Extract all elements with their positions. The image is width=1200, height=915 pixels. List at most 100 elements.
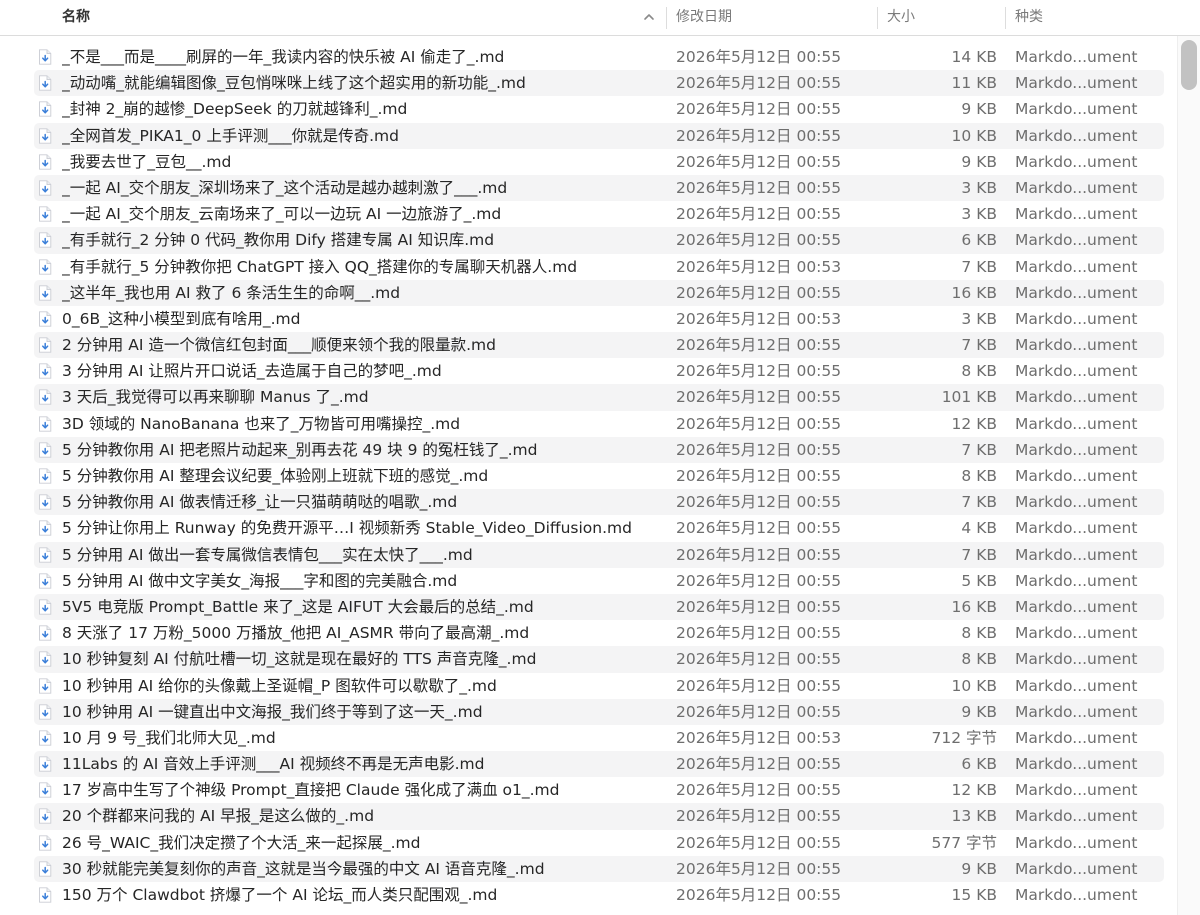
file-size: 10 KB [951,126,997,145]
file-size: 8 KB [961,624,997,643]
file-size: 15 KB [951,886,997,904]
file-row[interactable]: 30 秒就能完美复刻你的声音_这就是当今最强的中文 AI 语音克隆_.md 20… [34,855,1164,882]
file-kind: Markdo...ument [1015,231,1138,250]
markdown-file-icon [39,258,52,275]
file-row[interactable]: _有手就行_5 分钟教你把 ChatGPT 接入 QQ_搭建你的专属聊天机器人.… [34,254,1164,280]
file-name: 10 秒钟复刻 AI 付航吐槽一切_这就是现在最好的 TTS 声音克隆_.md [62,650,537,669]
file-size: 16 KB [951,597,997,616]
file-row[interactable]: 3 分钟用 AI 让照片开口说话_去造属于自己的梦吧_.md 2026年5月12… [34,358,1164,384]
file-kind: Markdo...ument [1015,571,1138,590]
file-row[interactable]: _封神 2_崩的越惨_DeepSeek 的刀就越锋利_.md 2026年5月12… [34,96,1164,122]
vertical-scrollbar[interactable] [1177,36,1200,915]
file-name: _不是___而是____刷屏的一年_我读内容的快乐被 AI 偷走了_.md [62,48,505,66]
file-size: 8 KB [961,650,997,669]
file-kind: Markdo...ument [1015,728,1138,747]
file-kind: Markdo...ument [1015,597,1138,616]
file-name: _一起 AI_交个朋友_深圳场来了_这个活动是越办越刺激了___.md [62,178,508,197]
file-row[interactable]: _我要去世了_豆包__.md 2026年5月12日 00:55 9 KB Mar… [34,149,1164,175]
file-modified-date: 2026年5月12日 00:55 [676,74,842,93]
file-row[interactable]: 5 分钟用 AI 做出一套专属微信表情包___实在太快了___.md 2026年… [34,541,1164,568]
file-modified-date: 2026年5月12日 00:55 [676,571,842,590]
file-row[interactable]: _一起 AI_交个朋友_云南场来了_可以一边玩 AI 一边旅游了_.md 202… [34,201,1164,227]
file-row[interactable]: 5 分钟教你用 AI 把老照片动起来_别再去花 49 块 9 的冤枉钱了_.md… [34,436,1164,463]
file-row[interactable]: 10 月 9 号_我们北师大见_.md 2026年5月12日 00:53 712… [34,725,1164,751]
file-kind: Markdo...ument [1015,886,1138,904]
markdown-file-icon [39,808,52,825]
file-row[interactable]: 11Labs 的 AI 音效上手评测___AI 视频终不再是无声电影.md 20… [34,751,1164,778]
file-row[interactable]: 5 分钟教你用 AI 整理会议纪要_体验刚上班就下班的感觉_.md 2026年5… [34,463,1164,489]
column-header-kind[interactable]: 种类 [1015,0,1175,35]
file-list: _不是___而是____刷屏的一年_我读内容的快乐被 AI 偷走了_.md 20… [0,44,1170,908]
file-row[interactable]: 150 万个 Clawdbot 挤爆了一个 AI 论坛_而人类只配围观_.md … [34,882,1164,908]
file-row[interactable]: 5 分钟让你用上 Runway 的免费开源平…I 视频新秀 Stable_Vid… [34,515,1164,541]
file-kind: Markdo...ument [1015,362,1138,381]
file-row[interactable]: 2 分钟用 AI 造一个微信红包封面___顺便来领个我的限量款.md 2026年… [34,332,1164,359]
file-name: _一起 AI_交个朋友_云南场来了_可以一边玩 AI 一边旅游了_.md [62,205,502,224]
file-modified-date: 2026年5月12日 00:53 [676,257,842,276]
file-row[interactable]: 26 号_WAIC_我们决定攒了个大活_来一起探展_.md 2026年5月12日… [34,830,1164,856]
file-row[interactable]: _有手就行_2 分钟 0 代码_教你用 Dify 搭建专属 AI 知识库.md … [34,227,1164,254]
file-row[interactable]: 8 天涨了 17 万粉_5000 万播放_他把 AI_ASMR 带向了最高潮_.… [34,620,1164,646]
file-name: 8 天涨了 17 万粉_5000 万播放_他把 AI_ASMR 带向了最高潮_.… [62,624,530,643]
file-name: 5 分钟教你用 AI 做表情迁移_让一只猫萌萌哒的唱歌_.md [62,493,458,512]
file-modified-date: 2026年5月12日 00:55 [676,781,842,800]
file-kind: Markdo...ument [1015,283,1138,302]
file-row[interactable]: 3D 领域的 NanoBanana 也来了_万物皆可用嘴操控_.md 2026年… [34,411,1164,437]
file-name: 5 分钟让你用上 Runway 的免费开源平…I 视频新秀 Stable_Vid… [62,519,632,538]
column-divider[interactable] [1005,7,1006,29]
file-kind: Markdo...ument [1015,833,1138,852]
markdown-file-icon [39,704,52,720]
file-row[interactable]: 5 分钟教你用 AI 做表情迁移_让一只猫萌萌哒的唱歌_.md 2026年5月1… [34,489,1164,516]
file-row[interactable]: 20 个群都来问我的 AI 早报_是这么做的_.md 2026年5月12日 00… [34,803,1164,830]
file-modified-date: 2026年5月12日 00:55 [676,676,842,695]
file-size: 6 KB [961,755,997,774]
file-row[interactable]: 5V5 电竞版 Prompt_Battle 来了_这是 AIFUT 大会最后的总… [34,593,1164,621]
file-row[interactable]: 5 分钟用 AI 做中文字美女_海报___字和图的完美融合.md 2026年5月… [34,568,1164,594]
file-name: 3D 领域的 NanoBanana 也来了_万物皆可用嘴操控_.md [62,414,461,433]
file-modified-date: 2026年5月12日 00:55 [676,152,842,171]
file-name: 17 岁高中生写了个神级 Prompt_直接把 Claude 强化成了满血 o1… [62,781,560,800]
file-kind: Markdo...ument [1015,309,1138,328]
markdown-file-icon [39,101,52,118]
file-kind: Markdo...ument [1015,178,1138,197]
file-name: _有手就行_5 分钟教你把 ChatGPT 接入 QQ_搭建你的专属聊天机器人.… [62,257,578,276]
file-kind: Markdo...ument [1015,650,1138,669]
markdown-file-icon [39,442,52,458]
markdown-file-icon [39,861,52,877]
file-size: 577 字节 [931,833,997,852]
file-row[interactable]: _这半年_我也用 AI 救了 6 条活生生的命啊__.md 2026年5月12日… [34,279,1164,306]
file-row[interactable]: 3 天后_我觉得可以再来聊聊 Manus 了_.md 2026年5月12日 00… [34,384,1164,411]
file-modified-date: 2026年5月12日 00:55 [676,414,842,433]
file-name: 3 天后_我觉得可以再来聊聊 Manus 了_.md [62,388,369,407]
file-row[interactable]: 10 秒钟用 AI 一键直出中文海报_我们终于等到了这一天_.md 2026年5… [34,698,1164,725]
column-header-size[interactable]: 大小 [887,0,997,35]
file-kind: Markdo...ument [1015,336,1138,355]
file-name: 30 秒就能完美复刻你的声音_这就是当今最强的中文 AI 语音克隆_.md [62,859,545,878]
chevron-up-icon[interactable] [642,10,656,24]
file-modified-date: 2026年5月12日 00:55 [676,702,842,721]
file-name: _全网首发_PIKA1_0 上手评测___你就是传奇.md [62,126,399,145]
file-row[interactable]: 10 秒钟复刻 AI 付航吐槽一切_这就是现在最好的 TTS 声音克隆_.md … [34,646,1164,673]
file-kind: Markdo...ument [1015,807,1138,826]
markdown-file-icon [39,625,52,641]
column-header-name[interactable]: 名称 [62,0,662,35]
column-header-date[interactable]: 修改日期 [676,0,876,35]
file-row[interactable]: 0_6B_这种小模型到底有啥用_.md 2026年5月12日 00:53 3 K… [34,306,1164,332]
markdown-file-icon [39,887,52,903]
file-row[interactable]: 17 岁高中生写了个神级 Prompt_直接把 Claude 强化成了满血 o1… [34,777,1164,803]
column-header-bar: 名称 修改日期 大小 种类 [0,0,1200,36]
file-size: 9 KB [961,859,997,878]
file-size: 9 KB [961,152,997,171]
file-row[interactable]: 10 秒钟用 AI 给你的头像戴上圣诞帽_P 图软件可以歇歇了_.md 2026… [34,673,1164,699]
file-row[interactable]: _动动嘴_就能编辑图像_豆包悄咪咪上线了这个超实用的新功能_.md 2026年5… [34,70,1164,97]
markdown-file-icon [39,599,52,615]
markdown-file-icon [39,127,52,144]
column-divider[interactable] [877,7,878,29]
scrollbar-thumb[interactable] [1181,40,1197,90]
markdown-file-icon [39,468,52,484]
file-name: 2 分钟用 AI 造一个微信红包封面___顺便来领个我的限量款.md [62,336,496,355]
column-divider[interactable] [666,7,667,29]
file-row[interactable]: _一起 AI_交个朋友_深圳场来了_这个活动是越办越刺激了___.md 2026… [34,174,1164,202]
file-row[interactable]: _全网首发_PIKA1_0 上手评测___你就是传奇.md 2026年5月12日… [34,122,1164,149]
file-row[interactable]: _不是___而是____刷屏的一年_我读内容的快乐被 AI 偷走了_.md 20… [34,44,1164,70]
